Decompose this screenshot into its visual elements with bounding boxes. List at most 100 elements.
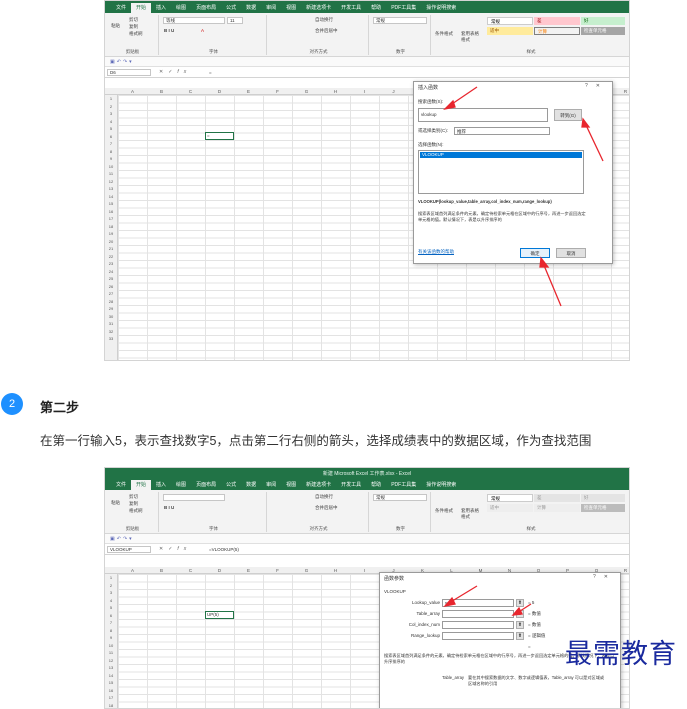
ok-button[interactable]: 确定 bbox=[520, 248, 550, 258]
tab-help[interactable]: 帮助 bbox=[366, 480, 386, 490]
column-header[interactable]: F bbox=[276, 567, 279, 574]
go-button[interactable]: 转到(G) bbox=[554, 109, 582, 121]
row-header[interactable]: 29 bbox=[105, 305, 117, 312]
tab-page-layout[interactable]: 页面布局 bbox=[191, 480, 221, 490]
row-header[interactable]: 13 bbox=[105, 664, 117, 671]
wrap-text-button[interactable]: 自动换行 bbox=[315, 494, 333, 500]
column-header[interactable]: B bbox=[160, 567, 163, 574]
range-lookup-ref-button[interactable]: ⬆ bbox=[516, 632, 524, 640]
tab-file[interactable]: 文件 bbox=[111, 480, 131, 490]
table-array-ref-button[interactable]: ⬆ bbox=[516, 610, 524, 618]
tab-view[interactable]: 视图 bbox=[281, 3, 301, 13]
row-header[interactable]: 16 bbox=[105, 208, 117, 215]
tell-me-search[interactable]: 操作说明搜索 bbox=[421, 480, 461, 490]
font-name-select[interactable] bbox=[163, 494, 225, 501]
merge-center-button[interactable]: 合并后居中 bbox=[315, 505, 338, 511]
name-box[interactable]: D6 bbox=[107, 69, 151, 76]
column-header[interactable]: G bbox=[305, 88, 309, 95]
tab-draw[interactable]: 绘图 bbox=[171, 3, 191, 13]
close-icon[interactable]: ✕ bbox=[596, 83, 608, 89]
bold-icon[interactable]: B I U bbox=[164, 505, 174, 511]
tab-home[interactable]: 开始 bbox=[131, 3, 152, 13]
help-link[interactable]: 有关该函数的帮助 bbox=[418, 249, 454, 255]
function-list[interactable]: VLOOKUP bbox=[418, 150, 584, 194]
name-box[interactable]: VLOOKUP bbox=[107, 546, 151, 553]
row-header[interactable]: 15 bbox=[105, 679, 117, 686]
row-header[interactable]: 27 bbox=[105, 290, 117, 297]
style-normal[interactable]: 常规 bbox=[487, 494, 533, 502]
row-header[interactable]: 10 bbox=[105, 163, 117, 170]
row-header[interactable]: 28 bbox=[105, 298, 117, 305]
style-good[interactable]: 好 bbox=[581, 17, 625, 25]
function-list-item-vlookup[interactable]: VLOOKUP bbox=[420, 152, 582, 158]
column-header[interactable]: G bbox=[305, 567, 309, 574]
row-header[interactable]: 5 bbox=[105, 604, 117, 611]
save-icon[interactable]: ▣ bbox=[110, 536, 117, 542]
column-header[interactable]: I bbox=[364, 567, 365, 574]
tab-review[interactable]: 审阅 bbox=[261, 480, 281, 490]
tab-developer[interactable]: 开发工具 bbox=[336, 3, 366, 13]
column-header[interactable]: A bbox=[131, 567, 134, 574]
active-cell[interactable]: UP(5) bbox=[205, 611, 234, 619]
tab-view[interactable]: 视图 bbox=[281, 480, 301, 490]
row-header[interactable]: 12 bbox=[105, 657, 117, 664]
category-select[interactable]: 推荐 bbox=[454, 127, 550, 135]
tab-review[interactable]: 审阅 bbox=[261, 3, 281, 13]
style-bad[interactable]: 差 bbox=[534, 17, 580, 25]
row-header[interactable]: 9 bbox=[105, 155, 117, 162]
tab-formulas[interactable]: 公式 bbox=[221, 3, 241, 13]
row-header[interactable]: 12 bbox=[105, 178, 117, 185]
column-header[interactable]: F bbox=[276, 88, 279, 95]
font-size-select[interactable]: 11 bbox=[227, 17, 243, 24]
lookup-value-ref-button[interactable]: ⬆ bbox=[516, 599, 524, 607]
style-normal[interactable]: 常规 bbox=[487, 17, 533, 25]
row-header[interactable]: 17 bbox=[105, 215, 117, 222]
row-header[interactable]: 3 bbox=[105, 589, 117, 596]
cancel-button[interactable]: 取消 bbox=[556, 248, 586, 258]
row-header[interactable]: 23 bbox=[105, 260, 117, 267]
column-header[interactable]: E bbox=[247, 88, 250, 95]
number-format-select[interactable]: 常规 bbox=[373, 17, 427, 24]
column-header[interactable]: J bbox=[392, 88, 394, 95]
row-header[interactable]: 19 bbox=[105, 230, 117, 237]
style-calc[interactable]: 计算 bbox=[534, 504, 580, 512]
row-header[interactable]: 8 bbox=[105, 627, 117, 634]
conditional-format-button[interactable]: 条件格式 bbox=[435, 508, 453, 514]
row-header[interactable]: 24 bbox=[105, 268, 117, 275]
column-header[interactable]: D bbox=[218, 88, 221, 95]
row-header[interactable]: 4 bbox=[105, 118, 117, 125]
active-cell[interactable]: = bbox=[205, 132, 234, 140]
font-name-select[interactable]: 等线 bbox=[163, 17, 225, 24]
style-bad[interactable]: 差 bbox=[534, 494, 580, 502]
row-header[interactable]: 6 bbox=[105, 612, 117, 619]
row-header[interactable]: 1 bbox=[105, 574, 117, 581]
row-header[interactable]: 2 bbox=[105, 582, 117, 589]
customize-icon[interactable]: ▾ bbox=[129, 536, 134, 542]
wrap-text-button[interactable]: 自动换行 bbox=[315, 17, 333, 23]
tab-data[interactable]: 数据 bbox=[241, 480, 261, 490]
search-input[interactable]: vlookup bbox=[418, 108, 548, 122]
tab-pdf[interactable]: PDF工具集 bbox=[386, 480, 421, 490]
format-painter-button[interactable]: 格式刷 bbox=[129, 31, 143, 37]
tab-new[interactable]: 新建选项卡 bbox=[301, 480, 336, 490]
column-header[interactable]: R bbox=[624, 88, 627, 95]
tell-me-search[interactable]: 操作说明搜索 bbox=[421, 3, 461, 13]
row-header[interactable]: 18 bbox=[105, 702, 117, 709]
formula-bar-icons[interactable]: ✕✓fx bbox=[159, 546, 191, 553]
help-icon[interactable]: ? bbox=[593, 574, 604, 580]
table-format-button[interactable]: 套用表格格式 bbox=[461, 31, 479, 43]
paste-button[interactable]: 粘贴 bbox=[111, 500, 120, 506]
lookup-value-input[interactable]: 5 bbox=[442, 599, 514, 607]
merge-center-button[interactable]: 合并后居中 bbox=[315, 28, 338, 34]
conditional-format-button[interactable]: 条件格式 bbox=[435, 31, 453, 37]
column-header[interactable]: H bbox=[334, 88, 337, 95]
format-painter-button[interactable]: 格式刷 bbox=[129, 508, 143, 514]
tab-help[interactable]: 帮助 bbox=[366, 3, 386, 13]
tab-home[interactable]: 开始 bbox=[131, 480, 152, 490]
row-header[interactable]: 10 bbox=[105, 642, 117, 649]
paste-button[interactable]: 粘贴 bbox=[111, 23, 120, 29]
font-color-icon[interactable]: A bbox=[201, 28, 204, 34]
help-icon[interactable]: ? bbox=[585, 83, 596, 89]
row-header[interactable]: 5 bbox=[105, 125, 117, 132]
copy-button[interactable]: 复制 bbox=[129, 24, 138, 30]
